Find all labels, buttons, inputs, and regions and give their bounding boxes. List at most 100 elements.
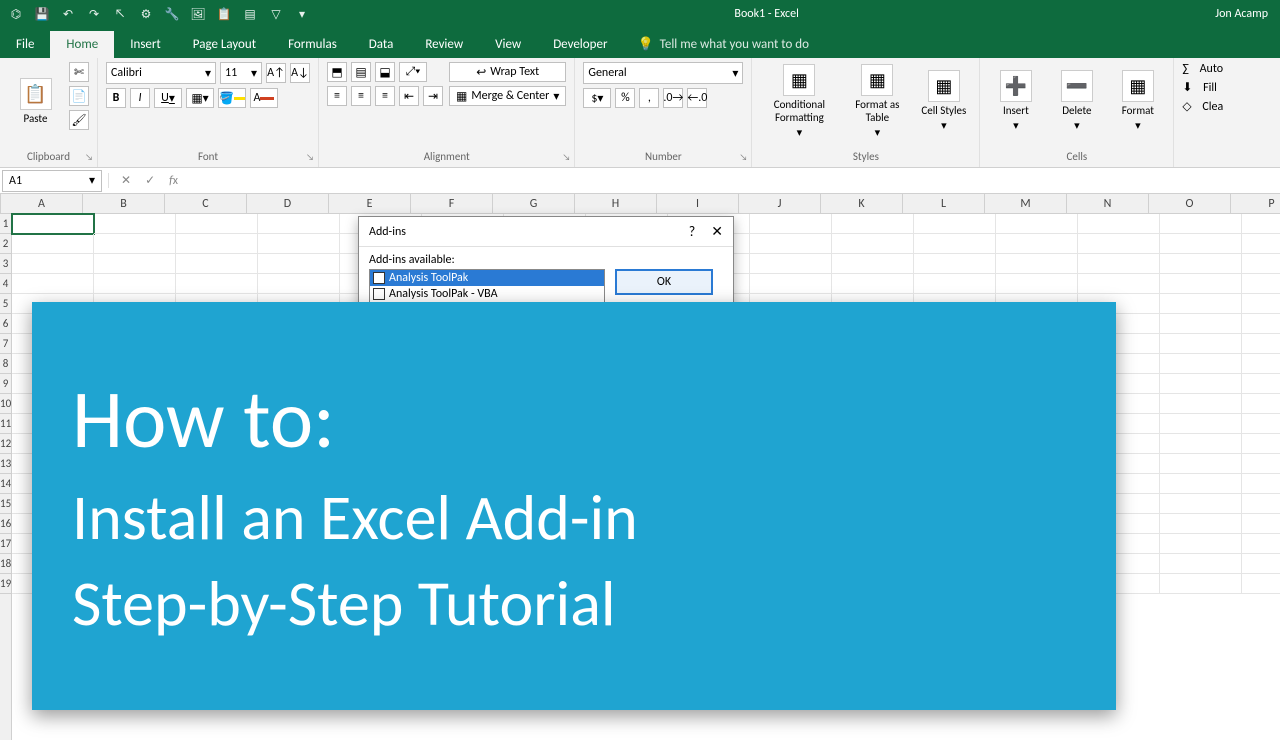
align-top-icon[interactable]: ⬒: [327, 62, 347, 82]
row-header[interactable]: 11: [0, 414, 11, 434]
cell[interactable]: [1242, 554, 1280, 574]
number-launcher-icon[interactable]: ↘: [739, 152, 747, 163]
redo-icon[interactable]: ↷: [86, 6, 102, 22]
row-header[interactable]: 16: [0, 514, 11, 534]
cell[interactable]: [1242, 574, 1280, 594]
underline-button[interactable]: U▾: [154, 88, 182, 108]
column-header[interactable]: J: [739, 194, 821, 213]
decrease-indent-icon[interactable]: ⇤: [399, 86, 419, 106]
cell[interactable]: [1160, 374, 1242, 394]
row-header[interactable]: 5: [0, 294, 11, 314]
increase-font-icon[interactable]: A↑: [266, 63, 286, 83]
cell[interactable]: [914, 214, 996, 234]
cell[interactable]: [1242, 254, 1280, 274]
tab-insert[interactable]: Insert: [114, 31, 177, 58]
cell[interactable]: [914, 234, 996, 254]
row-header[interactable]: 19: [0, 574, 11, 594]
close-icon[interactable]: ✕: [711, 223, 723, 240]
list-item[interactable]: Analysis ToolPak - VBA: [370, 286, 604, 302]
cell[interactable]: [914, 254, 996, 274]
tab-view[interactable]: View: [479, 31, 537, 58]
cell[interactable]: [1160, 254, 1242, 274]
bold-button[interactable]: B: [106, 88, 126, 108]
row-header[interactable]: 8: [0, 354, 11, 374]
column-header[interactable]: O: [1149, 194, 1231, 213]
cell[interactable]: [1078, 254, 1160, 274]
delete-button[interactable]: ➖Delete▾: [1049, 62, 1104, 140]
cell[interactable]: [176, 254, 258, 274]
cell[interactable]: [1160, 394, 1242, 414]
cell[interactable]: [996, 214, 1078, 234]
column-header[interactable]: M: [985, 194, 1067, 213]
cell[interactable]: [1078, 214, 1160, 234]
tab-developer[interactable]: Developer: [537, 31, 623, 58]
format-painter-icon[interactable]: 🖌: [69, 110, 89, 130]
number-format-combo[interactable]: General▾: [583, 62, 743, 84]
copy-icon2[interactable]: 📄: [69, 86, 89, 106]
row-header[interactable]: 13: [0, 454, 11, 474]
tab-formulas[interactable]: Formulas: [272, 31, 353, 58]
row-header[interactable]: 14: [0, 474, 11, 494]
cell[interactable]: [94, 234, 176, 254]
cell[interactable]: [258, 274, 340, 294]
row-header[interactable]: 4: [0, 274, 11, 294]
font-size-combo[interactable]: 11▾: [220, 62, 262, 84]
row-header[interactable]: 10: [0, 394, 11, 414]
row-header[interactable]: 15: [0, 494, 11, 514]
column-header[interactable]: H: [575, 194, 657, 213]
cell[interactable]: [1160, 314, 1242, 334]
font-name-combo[interactable]: Calibri▾: [106, 62, 216, 84]
insert-button[interactable]: ➕Insert▾: [988, 62, 1043, 140]
column-header[interactable]: D: [247, 194, 329, 213]
row-header[interactable]: 12: [0, 434, 11, 454]
fill-color-icon[interactable]: 🪣: [218, 88, 246, 108]
cell[interactable]: [1242, 374, 1280, 394]
wrap-text-button[interactable]: ↩ Wrap Text: [449, 62, 566, 82]
cell[interactable]: [258, 254, 340, 274]
cell[interactable]: [1242, 354, 1280, 374]
merge-center-button[interactable]: ▦ Merge & Center ▾: [449, 86, 566, 106]
accounting-icon[interactable]: $▾: [583, 88, 611, 108]
tab-page-layout[interactable]: Page Layout: [177, 31, 272, 58]
borders-icon[interactable]: ▦▾: [186, 88, 214, 108]
checkbox-icon[interactable]: [373, 288, 385, 300]
column-header[interactable]: L: [903, 194, 985, 213]
cell[interactable]: [258, 214, 340, 234]
fill-icon[interactable]: ⬇: [1182, 80, 1192, 95]
column-header[interactable]: G: [493, 194, 575, 213]
cell[interactable]: [12, 234, 94, 254]
cell[interactable]: [1242, 274, 1280, 294]
cell[interactable]: [1242, 234, 1280, 254]
format-button[interactable]: ▦Format▾: [1110, 62, 1165, 140]
row-header[interactable]: 9: [0, 374, 11, 394]
comma-icon[interactable]: ,: [639, 88, 659, 108]
column-header[interactable]: C: [165, 194, 247, 213]
cell[interactable]: [832, 254, 914, 274]
tab-home[interactable]: Home: [50, 31, 114, 58]
cut-icon[interactable]: ✄: [69, 62, 89, 82]
align-bottom-icon[interactable]: ⬓: [375, 62, 395, 82]
help-icon[interactable]: ?: [689, 223, 696, 240]
cell[interactable]: [1160, 534, 1242, 554]
column-header[interactable]: F: [411, 194, 493, 213]
cell[interactable]: [1160, 214, 1242, 234]
cell[interactable]: [750, 234, 832, 254]
conditional-format-button[interactable]: ▦Conditional Formatting▾: [760, 62, 838, 140]
cell[interactable]: [1160, 574, 1242, 594]
percent-icon[interactable]: %: [615, 88, 635, 108]
cell[interactable]: [1160, 514, 1242, 534]
cell[interactable]: [94, 214, 176, 234]
cell[interactable]: [832, 214, 914, 234]
cell[interactable]: [12, 274, 94, 294]
cell[interactable]: [1160, 334, 1242, 354]
cell[interactable]: [1242, 474, 1280, 494]
row-header[interactable]: 18: [0, 554, 11, 574]
cell[interactable]: [750, 214, 832, 234]
cell[interactable]: [996, 254, 1078, 274]
tab-file[interactable]: File: [0, 31, 50, 58]
cell[interactable]: [1242, 314, 1280, 334]
column-header[interactable]: A: [1, 194, 83, 213]
cell[interactable]: [1242, 394, 1280, 414]
cell[interactable]: [1242, 214, 1280, 234]
increase-decimal-icon[interactable]: .0→: [663, 88, 683, 108]
